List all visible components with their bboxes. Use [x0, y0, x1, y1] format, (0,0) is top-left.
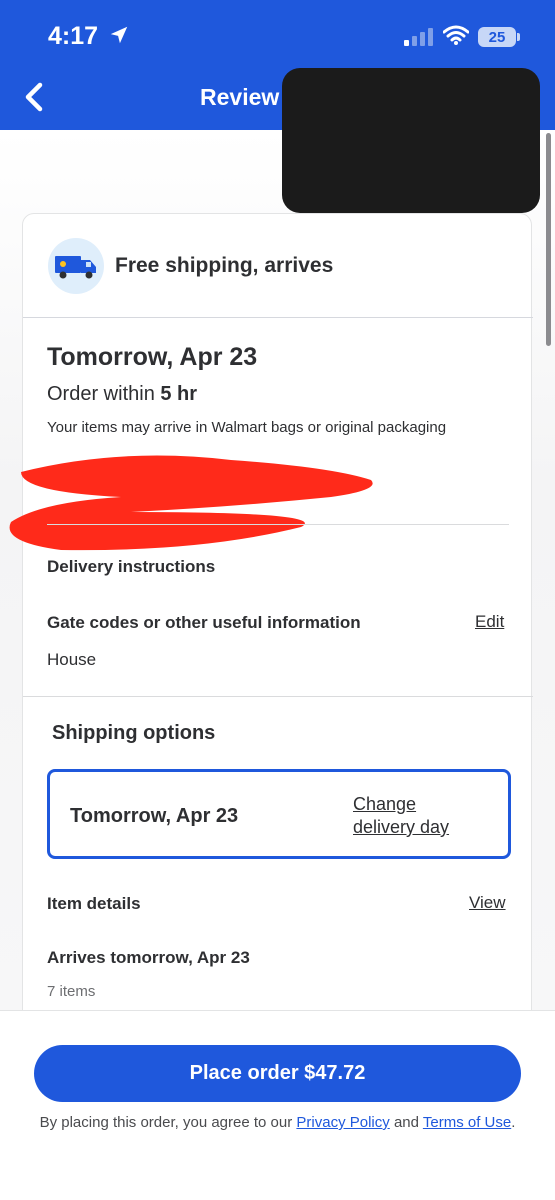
terms-prefix: By placing this order, you agree to our	[39, 1114, 293, 1131]
change-delivery-day-link[interactable]: Change delivery day	[353, 793, 483, 839]
delivery-instructions-heading: Delivery instructions	[47, 557, 216, 576]
shipping-header: Free shipping, arrives	[23, 214, 533, 318]
battery-level: 25	[488, 28, 506, 46]
packaging-note: Your items may arrive in Walmart bags or…	[47, 419, 447, 436]
terms-of-use-link[interactable]: Terms of Use	[423, 1114, 511, 1131]
view-items-link[interactable]: View	[469, 893, 506, 913]
place-order-button[interactable]: Place order $47.72	[34, 1045, 521, 1102]
page-title: Review	[200, 84, 280, 110]
edit-instructions-link[interactable]: Edit	[475, 612, 504, 632]
order-within: Order within 5 hr	[47, 383, 197, 406]
status-time: 4:17	[48, 22, 99, 50]
order-within-value: 5 hr	[160, 383, 198, 405]
terms-and: and	[393, 1114, 419, 1131]
divider	[47, 524, 509, 525]
terms-period: .	[511, 1114, 516, 1131]
shipping-options-heading: Shipping options	[52, 722, 216, 744]
order-within-prefix: Order within	[47, 383, 155, 405]
delivery-date: Tomorrow, Apr 23	[47, 343, 258, 371]
redaction-box	[282, 68, 540, 213]
delivery-card: Free shipping, arrives Tomorrow, Apr 23 …	[9, 213, 533, 1043]
scrollbar[interactable]	[546, 133, 551, 346]
terms-notice: By placing this order, you agree to our …	[34, 1113, 521, 1133]
shipping-title: Free shipping, arrives	[115, 254, 334, 277]
back-chevron-icon[interactable]	[18, 80, 52, 114]
wifi-icon	[443, 25, 469, 45]
arrival-text: Arrives tomorrow, Apr 23	[47, 948, 250, 967]
divider	[23, 696, 533, 697]
redaction-scribble	[9, 455, 373, 551]
items-count: 7 items	[47, 983, 96, 1000]
gate-codes-label: Gate codes or other useful information	[47, 613, 361, 632]
option-date: Tomorrow, Apr 23	[70, 805, 239, 827]
privacy-policy-link[interactable]: Privacy Policy	[296, 1114, 389, 1131]
truck-badge	[48, 238, 104, 294]
instructions-value: House	[47, 650, 97, 669]
location-arrow-icon	[110, 26, 128, 44]
selected-shipping-option[interactable]: Tomorrow, Apr 23 Change delivery day	[47, 769, 511, 859]
battery-indicator: 25	[478, 27, 520, 47]
truck-icon	[55, 256, 96, 279]
checkout-footer: Place order $47.72 By placing this order…	[0, 1010, 555, 1200]
signal-icon	[404, 28, 433, 46]
item-details-heading: Item details	[47, 894, 141, 913]
